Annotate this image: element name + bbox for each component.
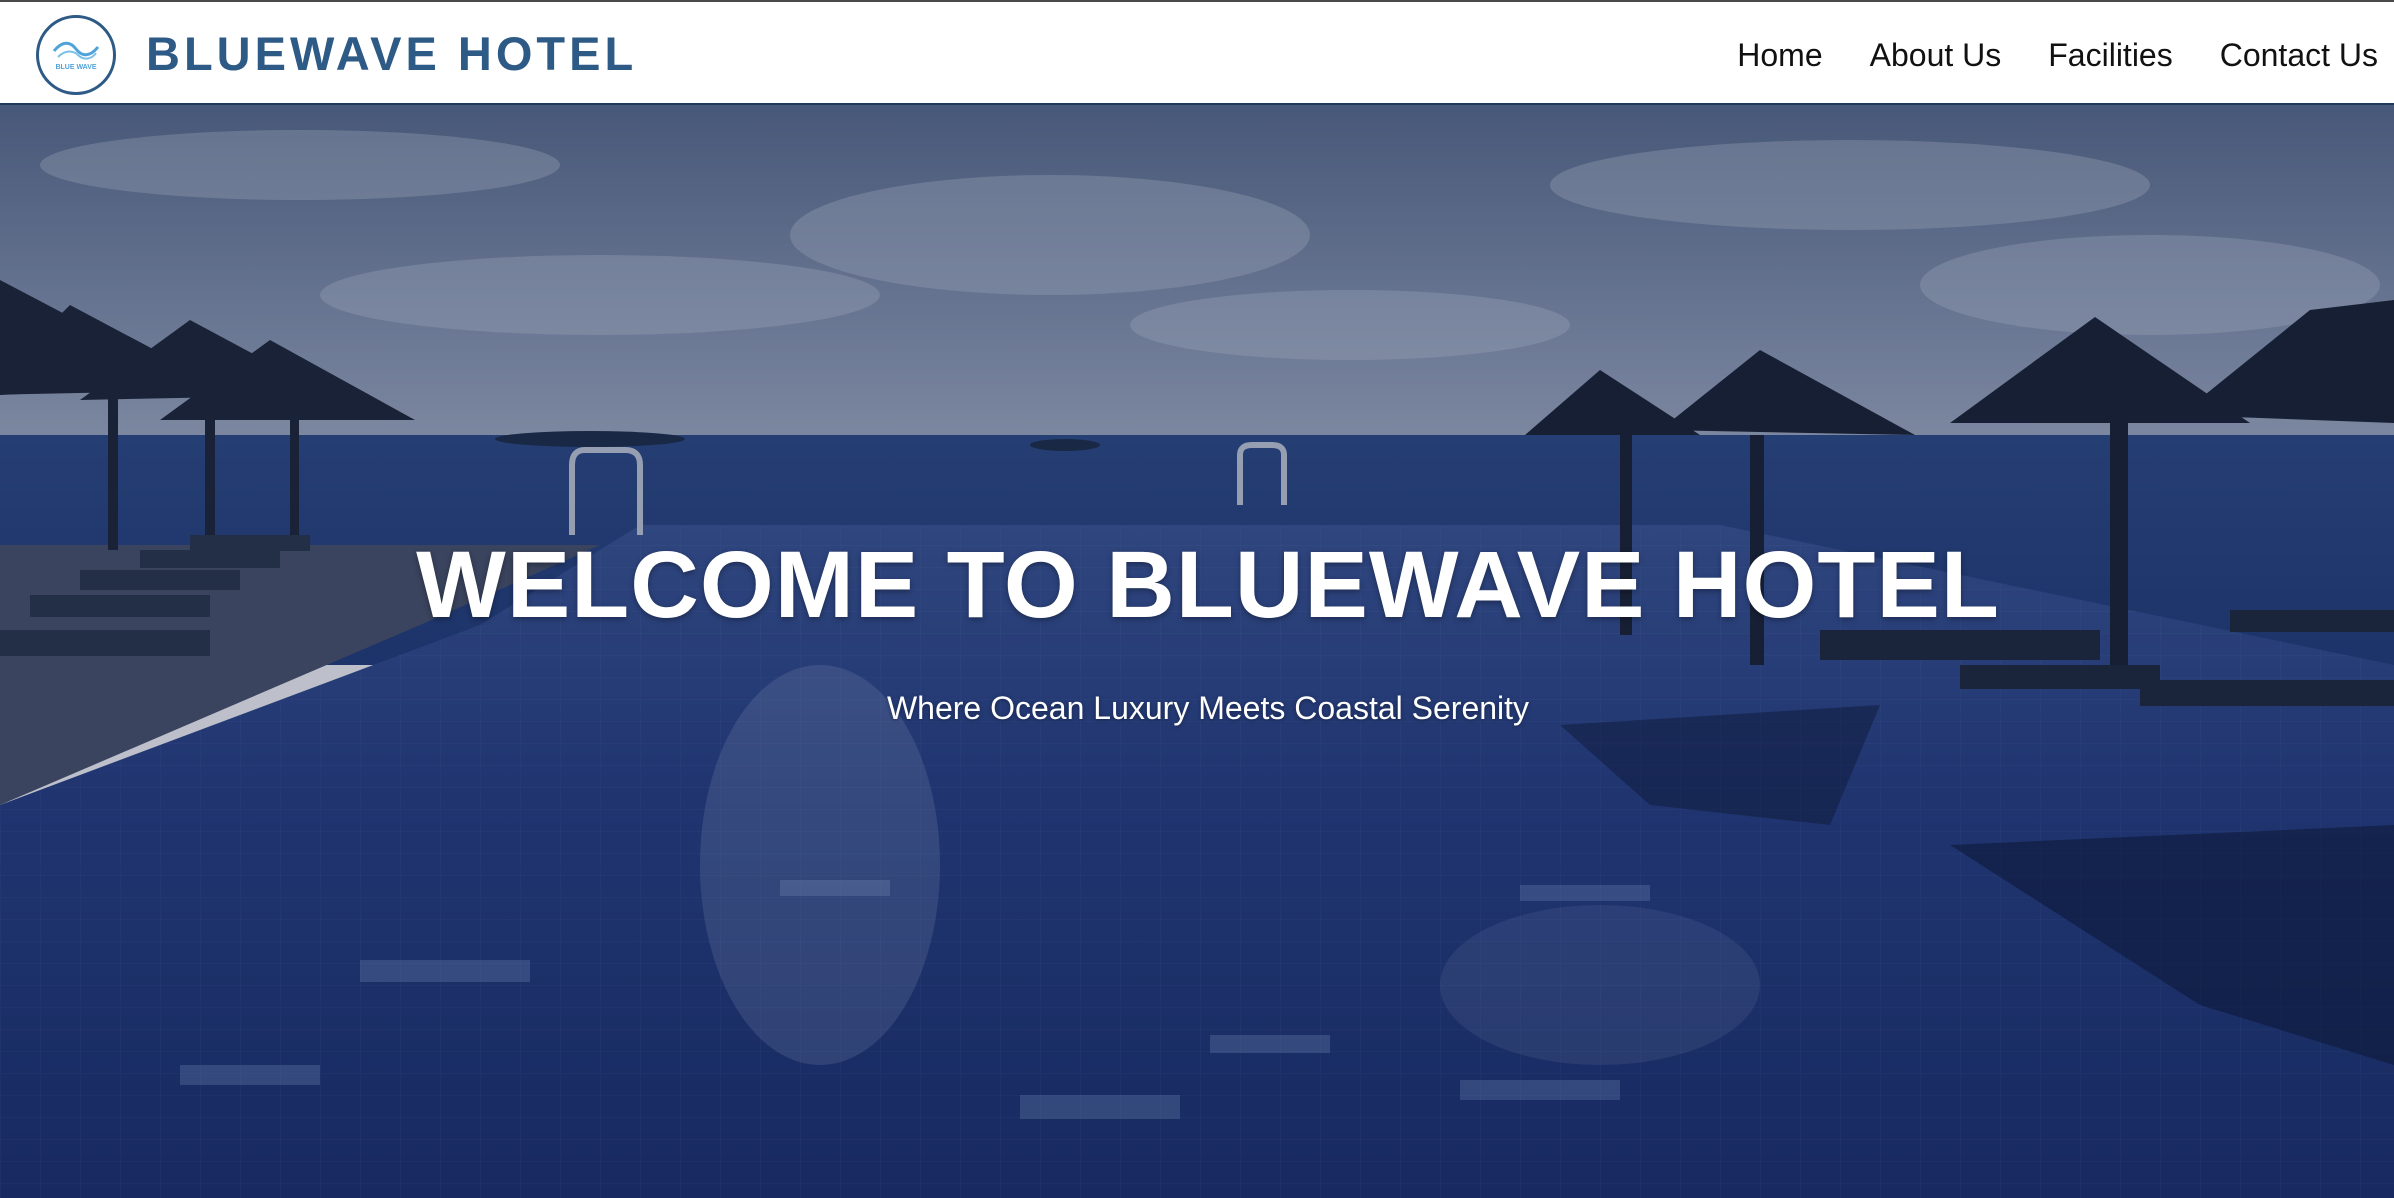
brand-name: BLUEWAVE HOTEL <box>146 27 638 80</box>
site-header: BLUE WAVE BLUEWAVE HOTEL Home About Us F… <box>0 0 2394 105</box>
nav-home[interactable]: Home <box>1737 32 1822 78</box>
hero-overlay <box>0 105 2394 1198</box>
logo[interactable]: BLUE WAVE <box>36 15 116 95</box>
main-nav: Home About Us Facilities Contact Us <box>1737 32 2378 78</box>
nav-about-us[interactable]: About Us <box>1870 32 2002 78</box>
nav-contact-us[interactable]: Contact Us <box>2220 32 2378 78</box>
wave-logo-icon: BLUE WAVE <box>52 41 100 71</box>
hero-subtitle: Where Ocean Luxury Meets Coastal Serenit… <box>886 690 1530 726</box>
hero-section: WELCOME TO BLUEWAVE HOTEL Where Ocean Lu… <box>0 105 2394 1198</box>
logo-text: BLUE WAVE <box>55 64 96 71</box>
nav-facilities[interactable]: Facilities <box>2048 32 2172 78</box>
hero-title: WELCOME TO BLUEWAVE HOTEL <box>416 532 2000 638</box>
